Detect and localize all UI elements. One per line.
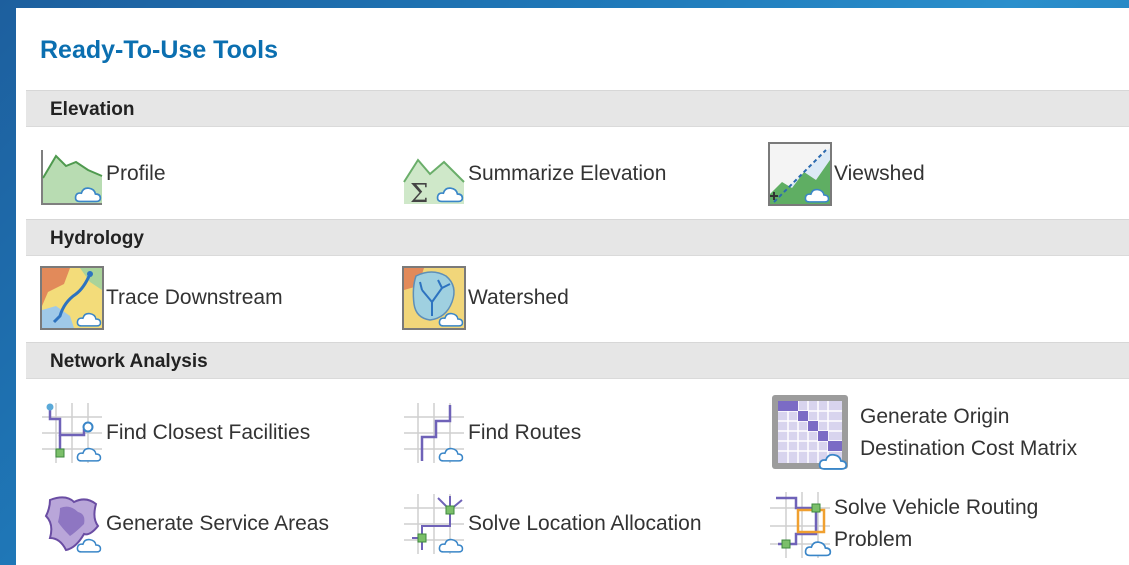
tool-viewshed[interactable]: Viewshed	[768, 142, 925, 206]
section-header-hydrology: Hydrology	[26, 219, 1129, 256]
svg-text:Σ: Σ	[410, 179, 428, 206]
tool-find-closest-facilities[interactable]: Find Closest Facilities	[40, 401, 310, 465]
service-areas-icon	[40, 492, 106, 556]
location-allocation-icon	[402, 492, 468, 556]
tool-find-routes[interactable]: Find Routes	[402, 401, 581, 465]
cost-matrix-icon	[768, 393, 860, 473]
tool-profile[interactable]: Profile	[40, 142, 166, 206]
section-header-network-analysis: Network Analysis	[26, 342, 1129, 379]
section-title-hydrology: Hydrology	[50, 228, 144, 249]
tool-label-line-1: Generate Origin	[860, 405, 1010, 428]
tool-label: Generate Service Areas	[106, 512, 329, 535]
profile-icon	[40, 142, 106, 206]
tool-solve-location-allocation[interactable]: Solve Location Allocation	[402, 492, 702, 556]
tool-label: Watershed	[468, 286, 569, 309]
viewshed-icon	[768, 142, 834, 206]
tool-label: Profile	[106, 162, 166, 185]
tool-summarize-elevation[interactable]: Σ Summarize Elevation	[402, 142, 666, 206]
tool-label-line-2: Destination Cost Matrix	[860, 437, 1078, 460]
summarize-elevation-icon: Σ	[402, 142, 468, 206]
trace-downstream-icon	[40, 266, 106, 330]
tool-label: Trace Downstream	[106, 286, 283, 309]
tool-generate-service-areas[interactable]: Generate Service Areas	[40, 492, 329, 556]
tool-solve-vehicle-routing-problem[interactable]: Solve Vehicle Routing Problem	[768, 488, 1038, 560]
tool-label: Viewshed	[834, 162, 925, 185]
tool-trace-downstream[interactable]: Trace Downstream	[40, 266, 283, 330]
vehicle-routing-icon	[768, 488, 834, 560]
find-closest-facilities-icon	[40, 401, 106, 465]
tool-label-line-2: Problem	[834, 528, 913, 551]
tool-label: Generate Origin Destination Cost Matrix	[860, 401, 1077, 465]
section-header-elevation: Elevation	[26, 90, 1129, 127]
section-title-elevation: Elevation	[50, 99, 135, 120]
tool-generate-origin-destination-cost-matrix[interactable]: Generate Origin Destination Cost Matrix	[768, 393, 1077, 473]
tool-label-line-1: Solve Vehicle Routing	[834, 496, 1039, 519]
ready-to-use-tools-panel: Ready-To-Use Tools Elevation Profile Σ S…	[16, 8, 1129, 565]
tool-watershed[interactable]: Watershed	[402, 266, 569, 330]
tool-label: Solve Location Allocation	[468, 512, 702, 535]
tool-label: Find Closest Facilities	[106, 421, 311, 444]
section-title-network-analysis: Network Analysis	[50, 351, 208, 372]
page-title: Ready-To-Use Tools	[40, 36, 278, 64]
tool-label: Find Routes	[468, 421, 582, 444]
tool-label: Solve Vehicle Routing Problem	[834, 492, 1038, 556]
tool-label: Summarize Elevation	[468, 162, 667, 185]
find-routes-icon	[402, 401, 468, 465]
watershed-icon	[402, 266, 468, 330]
